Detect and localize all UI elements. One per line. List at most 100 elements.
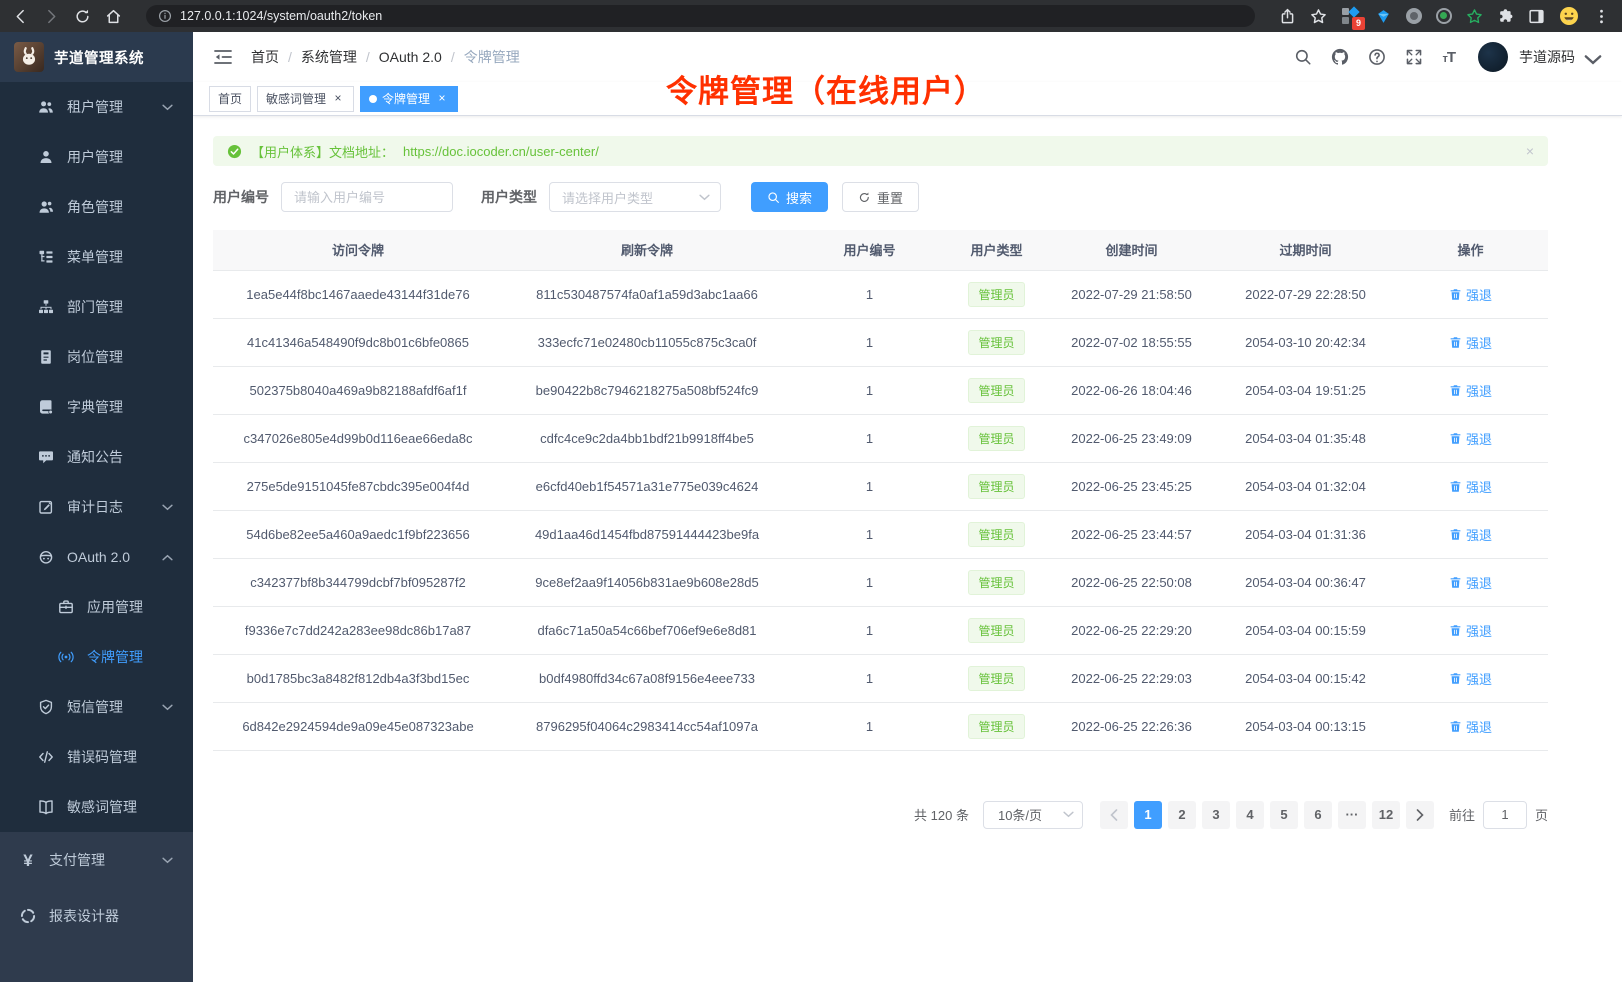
tab-close-icon[interactable]: × (331, 92, 345, 106)
next-page-button[interactable] (1406, 801, 1434, 829)
forward-icon[interactable] (43, 8, 60, 25)
sidebar-item-menu[interactable]: 菜单管理 (0, 232, 193, 282)
back-icon[interactable] (12, 8, 29, 25)
green-star-extension-icon[interactable] (1466, 8, 1483, 25)
col-user-type: 用户类型 (948, 230, 1045, 270)
address-bar[interactable]: 127.0.0.1:1024/system/oauth2/token (146, 5, 1255, 27)
user-type-label: 用户类型 (481, 187, 537, 207)
expires-cell: 2054-03-04 01:31:36 (1218, 510, 1393, 558)
page-button-3[interactable]: 3 (1202, 801, 1230, 829)
user-avatar[interactable] (1478, 42, 1508, 72)
kick-out-link[interactable]: 强退 (1449, 333, 1492, 352)
prev-page-button[interactable] (1100, 801, 1128, 829)
sidebar-item-oauth2-token[interactable]: 令牌管理 (0, 632, 193, 682)
tab-敏感词管理[interactable]: 敏感词管理× (257, 86, 354, 112)
breadcrumb-system[interactable]: 系统管理 (301, 47, 357, 67)
tab-令牌管理[interactable]: 令牌管理× (360, 86, 458, 112)
kick-out-link[interactable]: 强退 (1449, 573, 1492, 592)
sidebar-item-notice[interactable]: 通知公告 (0, 432, 193, 482)
sidebar-toggle-icon[interactable] (213, 48, 233, 66)
sidebar-item-oauth2-app[interactable]: 应用管理 (0, 582, 193, 632)
sidebar-item-sensitive[interactable]: 敏感词管理 (0, 782, 193, 832)
username[interactable]: 芋道源码 (1519, 47, 1575, 67)
home-icon[interactable] (105, 8, 122, 25)
sidebar-item-pay[interactable]: ¥支付管理 (0, 832, 193, 888)
bookmark-star-icon[interactable] (1310, 8, 1327, 25)
access-token-cell: 502375b8040a469a9b82188afdf6af1f (213, 366, 503, 414)
refresh-token-cell: 49d1aa46d1454fbd87591444423be9fa (503, 510, 791, 558)
kick-out-link[interactable]: 强退 (1449, 285, 1492, 304)
share-icon[interactable] (1279, 8, 1296, 25)
side-panel-icon[interactable] (1528, 8, 1545, 25)
goto-page-input[interactable] (1483, 801, 1527, 829)
sidebar-item-user[interactable]: 用户管理 (0, 132, 193, 182)
breadcrumb: 首页 / 系统管理 / OAuth 2.0 / 令牌管理 (251, 47, 520, 67)
user-type-cell: 管理员 (948, 510, 1045, 558)
sidebar-item-errcode[interactable]: 错误码管理 (0, 732, 193, 782)
recorder-extension-icon[interactable] (1436, 8, 1452, 24)
kick-out-link[interactable]: 强退 (1449, 669, 1492, 688)
search-button[interactable]: 搜索 (751, 182, 828, 212)
user-type-select[interactable]: 请选择用户类型 (549, 182, 721, 212)
extensions-puzzle-icon[interactable] (1497, 8, 1514, 25)
page-button-2[interactable]: 2 (1168, 801, 1196, 829)
page-size-select[interactable]: 10条/页 (983, 801, 1083, 829)
reset-button-label: 重置 (877, 188, 903, 207)
kick-out-link[interactable]: 强退 (1449, 477, 1492, 496)
page-button-6[interactable]: 6 (1304, 801, 1332, 829)
expires-cell: 2022-07-29 22:28:50 (1218, 270, 1393, 318)
fullscreen-icon[interactable] (1405, 48, 1423, 66)
profile-avatar-icon[interactable] (1559, 6, 1579, 26)
user-dropdown-caret-icon[interactable] (1584, 51, 1602, 69)
site-info-icon[interactable] (158, 9, 172, 23)
extension-tasks-icon[interactable]: 9 (1341, 7, 1361, 26)
sidebar-item-post[interactable]: 岗位管理 (0, 332, 193, 382)
search-icon[interactable] (1294, 48, 1312, 66)
page-button-4[interactable]: 4 (1236, 801, 1264, 829)
page-button-1[interactable]: 1 (1134, 801, 1162, 829)
sidebar-item-tenant[interactable]: 租户管理 (0, 82, 193, 132)
page-button-5[interactable]: 5 (1270, 801, 1298, 829)
sidebar-item-oauth2[interactable]: OAuth 2.0 (0, 532, 193, 582)
created-cell: 2022-06-25 22:29:03 (1045, 654, 1218, 702)
kick-out-link[interactable]: 强退 (1449, 621, 1492, 640)
sidebar-item-role[interactable]: 角色管理 (0, 182, 193, 232)
page-ellipsis[interactable]: ··· (1338, 801, 1366, 829)
sidebar-item-report[interactable]: 报表设计器 (0, 888, 193, 944)
help-icon[interactable] (1368, 48, 1386, 66)
user-id-input[interactable] (281, 182, 453, 212)
kick-out-link[interactable]: 强退 (1449, 381, 1492, 400)
kick-out-link[interactable]: 强退 (1449, 525, 1492, 544)
sidebar-item-dict[interactable]: 字典管理 (0, 382, 193, 432)
kick-out-link[interactable]: 强退 (1449, 717, 1492, 736)
kick-out-link[interactable]: 强退 (1449, 429, 1492, 448)
gem-extension-icon[interactable] (1375, 8, 1392, 25)
browser-menu-icon[interactable] (1593, 8, 1610, 25)
chevron-down-icon (162, 857, 173, 864)
font-size-icon[interactable]: тT (1442, 49, 1455, 66)
ext-square (1342, 17, 1349, 24)
github-icon[interactable] (1331, 48, 1349, 66)
user-type-tag: 管理员 (968, 522, 1024, 547)
user-type-tag: 管理员 (968, 330, 1024, 355)
breadcrumb-home[interactable]: 首页 (251, 47, 279, 67)
breadcrumb-oauth[interactable]: OAuth 2.0 (379, 49, 442, 65)
tab-首页[interactable]: 首页 (209, 86, 251, 112)
trash-icon (1449, 528, 1462, 541)
sidebar-item-audit[interactable]: 审计日志 (0, 482, 193, 532)
user-type-cell: 管理员 (948, 414, 1045, 462)
user-type-tag: 管理员 (968, 618, 1024, 643)
page-content: 【用户体系】文档地址： https://doc.iocoder.cn/user-… (193, 116, 1568, 849)
gray-extension-icon[interactable] (1406, 8, 1422, 24)
alert-doc-link[interactable]: https://doc.iocoder.cn/user-center/ (403, 144, 599, 159)
reset-button[interactable]: 重置 (842, 182, 919, 212)
tab-close-icon[interactable]: × (435, 92, 449, 106)
reload-icon[interactable] (74, 8, 91, 25)
sidebar-item-sms[interactable]: 短信管理 (0, 682, 193, 732)
alert-close-icon[interactable]: × (1526, 143, 1534, 159)
col-expires: 过期时间 (1218, 230, 1393, 270)
page-button-12[interactable]: 12 (1372, 801, 1400, 829)
app-logo[interactable]: 芋道管理系统 (0, 32, 193, 82)
col-user-id: 用户编号 (791, 230, 948, 270)
sidebar-item-dept[interactable]: 部门管理 (0, 282, 193, 332)
